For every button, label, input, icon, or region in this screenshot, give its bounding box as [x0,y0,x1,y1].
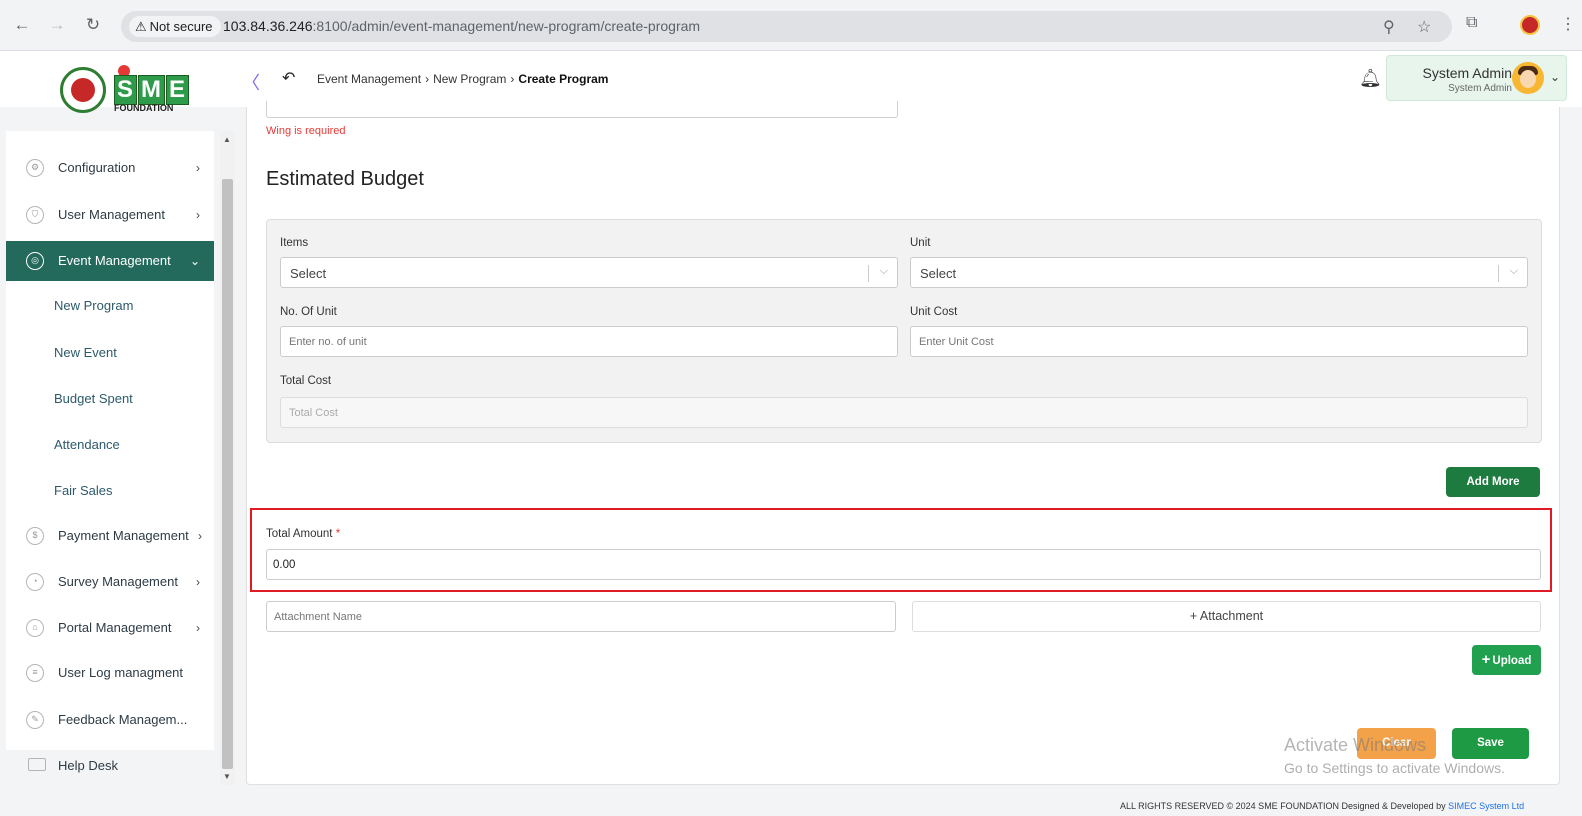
save-button[interactable]: Save [1452,728,1529,759]
notification-bell-icon[interactable]: 🔔︎ [1359,68,1382,89]
plus-icon: + [1481,651,1491,668]
avatar [1512,62,1544,94]
chevron-down-icon: ⌵ [879,265,888,277]
security-chip[interactable]: ⚠ Not secure [129,16,221,37]
sidebar-item-survey-management[interactable]: ◔ Survey Management › [6,562,214,602]
sidebar-subitem-attendance[interactable]: Attendance [54,437,120,452]
windows-activation-title: Activate Windows [1284,735,1427,755]
wing-error-text: Wing is required [266,125,346,137]
user-role: System Admin [1448,83,1512,94]
sidebar-item-help-desk[interactable]: Help Desk [6,750,214,782]
zoom-icon[interactable]: ⚲ [1383,17,1395,37]
government-seal-icon [60,67,106,113]
chevron-right-icon: › [196,575,200,589]
breadcrumb-current: Create Program [518,72,609,86]
chevron-right-icon: › [196,161,200,175]
sidebar-item-configuration[interactable]: ⚙ Configuration › [6,148,214,188]
items-select[interactable]: Select ⌵ [280,257,898,288]
forward-arrow-icon[interactable]: → [46,14,68,36]
no-of-unit-input[interactable]: Enter no. of unit [280,326,898,357]
sidebar-item-feedback[interactable]: ✎ Feedback Managem... [6,700,214,740]
chevron-right-icon: › [198,529,202,543]
attachment-name-input[interactable]: Attachment Name [266,601,896,632]
logo-letters: SME [114,75,190,105]
user-shield-icon: ⛉ [26,206,44,224]
total-amount-label: Total Amount * [266,528,341,540]
warning-icon: ⚠ [135,19,147,34]
footer: ALL RIGHTS RESERVED © 2024 SME FOUNDATIO… [1120,801,1525,811]
reload-icon[interactable]: ↻ [82,14,104,36]
budget-item-group: Items Select ⌵ Unit Select ⌵ No. Of Unit… [266,219,1542,443]
chevron-right-icon: › [510,72,515,86]
upload-button[interactable]: + Upload [1472,645,1541,675]
event-icon: ◎ [26,252,44,270]
app-header: SME FOUNDATION 〈 ↶ Event Management › New … [0,51,1582,113]
sidebar-item-user-management[interactable]: ⛉ User Management › [6,195,214,235]
total-cost-label: Total Cost [280,375,332,387]
unit-cost-label: Unit Cost [910,306,958,318]
unit-label: Unit [910,237,931,249]
undo-back-icon[interactable]: ↶ [282,68,295,88]
breadcrumb-new-program[interactable]: New Program [433,72,506,86]
attachment-button[interactable]: + Attachment [912,601,1541,632]
chevron-right-icon: › [196,208,200,222]
developer-link[interactable]: SIMEC System Ltd [1448,801,1524,811]
sidebar-item-payment-management[interactable]: $ Payment Management › [6,516,214,556]
feedback-icon: ✎ [26,711,44,729]
add-more-button[interactable]: Add More [1446,467,1540,497]
address-bar[interactable]: ⚠ Not secure 103.84.36.246:8100/admin/eve… [121,11,1452,42]
section-title: Estimated Budget [266,168,424,190]
user-menu[interactable]: System Admin System Admin ⌄ [1386,55,1567,101]
back-arrow-icon[interactable]: ← [11,14,33,36]
scroll-down-icon[interactable]: ▼ [223,772,231,781]
main-panel: Wing is required Estimated Budget Items … [246,101,1560,785]
sidebar-item-portal-management[interactable]: ⌂ Portal Management › [6,608,214,648]
chevron-right-icon: › [425,72,430,86]
browser-toolbar: ← → ↻ ⚠ Not secure 103.84.36.246:8100/adm… [0,0,1582,51]
payment-icon: $ [26,527,44,545]
chevron-down-icon: ⌄ [1549,70,1560,84]
user-name: System Admin [1422,65,1512,81]
chevron-right-icon: › [196,621,200,635]
no-of-unit-label: No. Of Unit [280,306,337,318]
extensions-icon[interactable]: ⧉ [1466,14,1477,32]
sme-foundation-logo[interactable]: SME FOUNDATION [60,65,190,115]
scrollbar-thumb[interactable] [222,179,233,769]
chevron-down-icon: ⌄ [189,254,200,268]
sidebar-scrollbar[interactable]: ▲ ▼ [220,131,235,785]
collapse-sidebar-icon[interactable]: 〈 [242,69,260,95]
breadcrumb: Event Management › New Program › Create Prog… [317,72,608,86]
sidebar: ⚙ Configuration › ⛉ User Management › ◎ … [6,131,214,750]
chevron-down-icon: ⌵ [1509,265,1518,277]
pie-chart-icon: ◔ [26,573,44,591]
sidebar-subitem-new-program[interactable]: New Program [54,298,133,313]
sidebar-subitem-new-event[interactable]: New Event [54,345,117,360]
windows-activation-subtitle: Go to Settings to activate Windows. [1284,760,1505,776]
mail-icon [28,758,46,771]
config-icon: ⚙ [26,159,44,177]
total-amount-input[interactable]: 0.00 [266,549,1541,580]
sidebar-item-event-management[interactable]: ◎ Event Management ⌄ [6,241,214,281]
wing-select[interactable] [266,101,898,118]
portal-icon: ⌂ [26,619,44,637]
sidebar-item-user-log[interactable]: ≡ User Log managment [6,653,214,693]
profile-avatar[interactable] [1520,15,1540,35]
items-label: Items [280,237,309,249]
total-cost-input: Total Cost [280,397,1528,428]
sidebar-subitem-fair-sales[interactable]: Fair Sales [54,483,113,498]
bookmark-star-icon[interactable]: ☆ [1417,17,1431,37]
url-text[interactable]: 103.84.36.246:8100/admin/event-managemen… [223,18,700,34]
breadcrumb-event-management[interactable]: Event Management [317,72,421,86]
sidebar-subitem-budget-spent[interactable]: Budget Spent [54,391,133,406]
scroll-up-icon[interactable]: ▲ [223,135,231,144]
kebab-menu-icon[interactable]: ⋮ [1560,14,1576,34]
log-icon: ≡ [26,664,44,682]
unit-select[interactable]: Select ⌵ [910,257,1528,288]
unit-cost-input[interactable]: Enter Unit Cost [910,326,1528,357]
